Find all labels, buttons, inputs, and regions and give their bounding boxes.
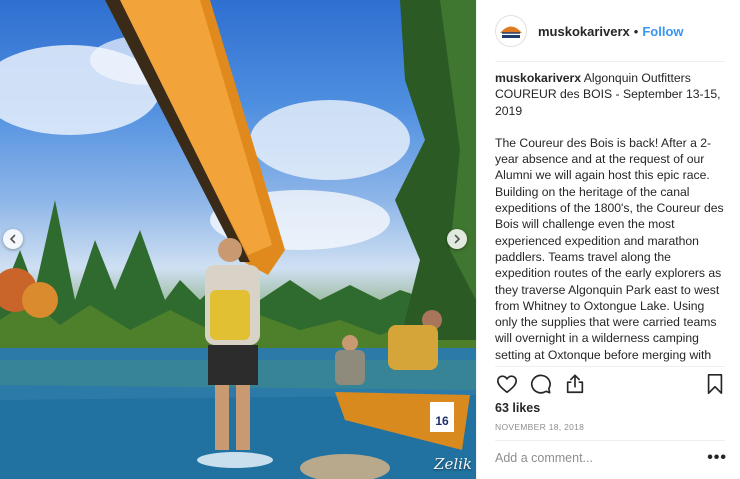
like-button[interactable] [495, 372, 519, 396]
save-button[interactable] [703, 372, 727, 396]
comment-input[interactable] [495, 451, 708, 465]
share-button[interactable] [563, 372, 587, 396]
heart-icon [497, 375, 517, 394]
photo-credit: Zelik [434, 455, 472, 473]
post-date[interactable]: NOVEMBER 18, 2018 [495, 422, 584, 432]
bookmark-icon [707, 374, 723, 394]
comment-button[interactable] [529, 372, 553, 396]
likes-count[interactable]: 63 likes [495, 401, 540, 415]
chevron-right-icon [454, 234, 461, 244]
more-options-button[interactable]: ••• [707, 450, 727, 466]
speech-bubble-icon [530, 374, 551, 394]
action-bar [495, 371, 727, 397]
photo-illustration: 16 [0, 0, 476, 479]
previous-photo-button[interactable] [3, 229, 23, 249]
next-photo-button[interactable] [447, 229, 467, 249]
actions-divider [495, 366, 725, 367]
caption-username[interactable]: muskokariverx [495, 71, 581, 85]
caption-body: The Coureur des Bois is back! After a 2-… [495, 135, 724, 367]
post-photo[interactable]: 16 Zelik [0, 0, 476, 479]
share-icon [566, 374, 584, 394]
bib-number: 16 [435, 414, 449, 428]
comment-divider [495, 440, 725, 441]
post-side-panel: muskokariverx • Follow muskokariverx Alg… [476, 0, 740, 479]
chevron-left-icon [9, 234, 16, 244]
caption-scroll-area[interactable]: muskokariverx Algonquin Outfitters COURE… [477, 0, 740, 367]
comment-form: ••• [495, 447, 727, 469]
post-caption: muskokariverx Algonquin Outfitters COURE… [495, 70, 727, 367]
